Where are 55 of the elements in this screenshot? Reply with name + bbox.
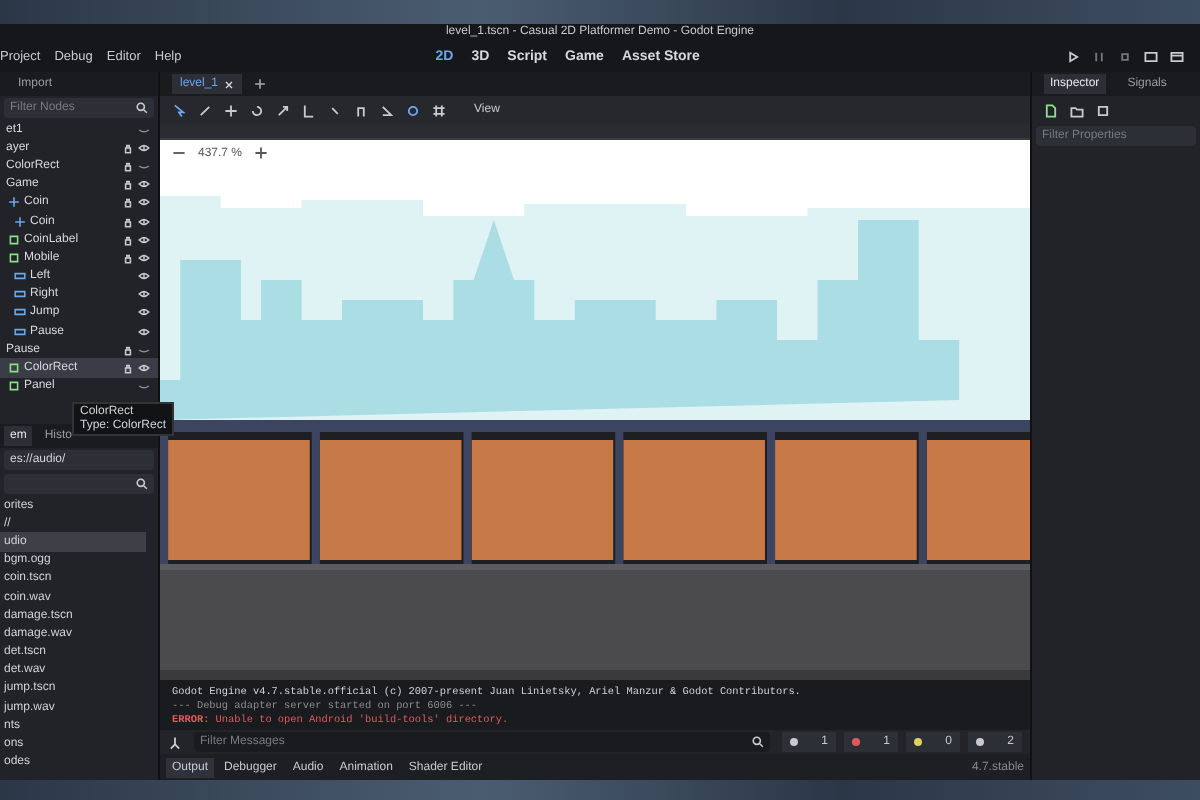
window-icon	[1170, 49, 1184, 63]
eye-icon	[138, 306, 150, 319]
lock-icon	[122, 233, 134, 246]
scale-icon	[276, 103, 290, 117]
lock-icon	[122, 362, 134, 375]
eye-icon	[138, 362, 150, 375]
eye-icon	[138, 270, 150, 283]
square-node-icon	[8, 380, 20, 393]
eye-icon	[138, 215, 150, 228]
move-icon	[224, 103, 238, 117]
lock-icon	[122, 196, 134, 209]
lock-icon	[122, 343, 134, 356]
lock-icon	[122, 215, 134, 228]
plus-icon	[254, 78, 267, 90]
button-node-icon	[14, 306, 26, 319]
pause-icon	[1092, 49, 1106, 63]
button-node-icon	[14, 270, 26, 283]
zoom-out-icon	[172, 146, 186, 160]
filter-files-field[interactable]	[4, 474, 154, 494]
ruler-icon	[302, 103, 316, 117]
button-node-icon	[14, 288, 26, 301]
button-node-icon	[14, 325, 26, 338]
search-icon	[752, 736, 764, 748]
angle-icon	[380, 103, 394, 117]
select-icon	[172, 103, 186, 117]
lock-icon	[122, 141, 134, 154]
lock-icon	[122, 178, 134, 191]
eye-icon	[138, 288, 150, 301]
search-icon	[136, 102, 148, 114]
square-node-icon	[8, 251, 20, 264]
square-node-icon	[8, 233, 20, 246]
cross-node-icon	[14, 215, 26, 228]
lock-icon	[122, 251, 134, 264]
grid-icon	[432, 103, 446, 117]
search-icon	[136, 478, 148, 490]
new-file-icon	[1044, 103, 1058, 117]
eye-icon	[138, 251, 150, 264]
eye-icon	[138, 178, 150, 191]
snap-icon	[406, 103, 420, 117]
lock-icon	[122, 159, 134, 172]
play-icon	[1066, 49, 1080, 63]
cross-node-icon	[8, 196, 20, 209]
eye-icon	[138, 141, 150, 154]
save-icon	[1096, 103, 1110, 117]
rotate-icon	[250, 103, 264, 117]
eye-icon	[138, 196, 150, 209]
folder-icon	[1070, 103, 1084, 117]
square-node-icon	[8, 362, 20, 375]
zoom-in-icon	[254, 146, 269, 160]
stop-icon	[1118, 49, 1132, 63]
close-icon	[224, 79, 235, 89]
pen-icon	[198, 103, 212, 117]
eye-icon	[138, 325, 150, 338]
eye-icon	[138, 233, 150, 246]
eye-closed-icon	[138, 380, 150, 393]
